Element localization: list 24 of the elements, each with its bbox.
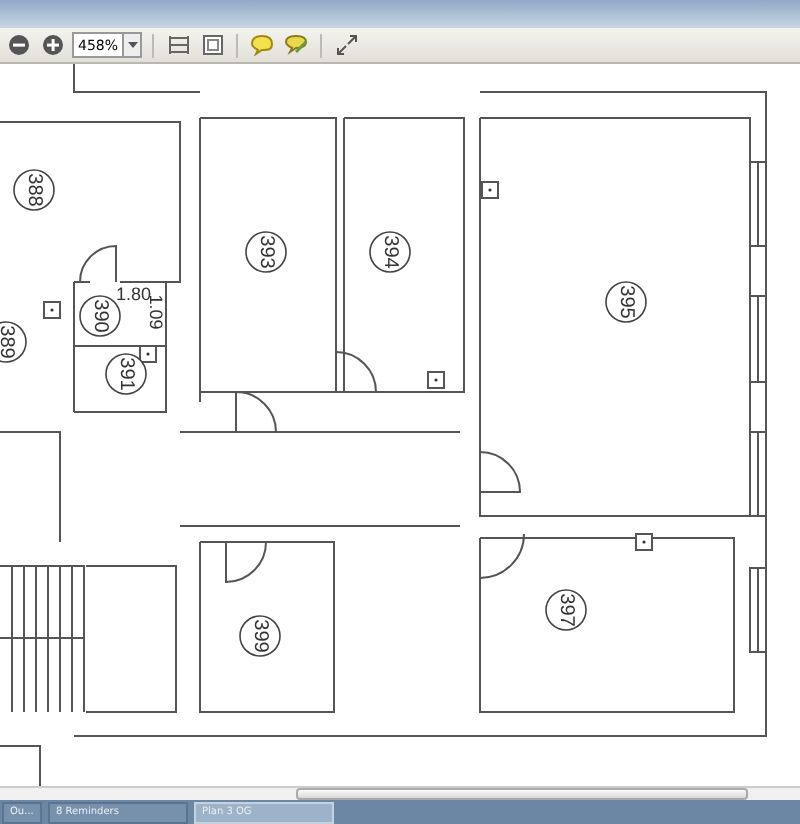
scrollbar-thumb[interactable]: [296, 788, 748, 800]
highlight-comment-icon[interactable]: [282, 31, 310, 59]
room-label: 395: [605, 281, 647, 323]
fullscreen-icon[interactable]: [332, 31, 360, 59]
comment-icon[interactable]: [248, 31, 276, 59]
window-frame: [749, 567, 767, 653]
room-label: 399: [239, 615, 281, 657]
zoom-in-icon[interactable]: [38, 31, 66, 59]
window-frame: [749, 431, 767, 517]
dimension-label: 1.80: [116, 284, 152, 304]
horizontal-scrollbar[interactable]: [0, 786, 800, 800]
zoom-out-icon[interactable]: [4, 31, 32, 59]
room-label: 390: [79, 295, 121, 337]
room-label: 397: [545, 589, 587, 631]
fit-page-icon[interactable]: [198, 31, 226, 59]
room-label: 391: [105, 353, 147, 395]
room-label: 389: [0, 321, 27, 363]
room-label: 394: [369, 231, 411, 273]
window-frame: [749, 161, 767, 247]
room-label: 393: [245, 231, 287, 273]
window-frame: [749, 295, 767, 383]
room-label: 388: [13, 169, 55, 211]
fit-width-icon[interactable]: [164, 31, 192, 59]
dropdown-icon[interactable]: [124, 32, 142, 58]
